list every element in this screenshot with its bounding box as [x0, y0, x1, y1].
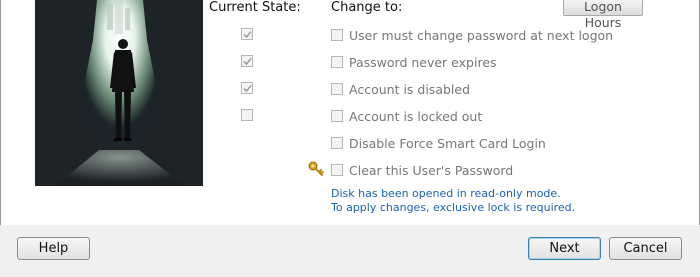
option-label: Password never expires	[349, 54, 497, 70]
key-icon	[308, 161, 324, 176]
current-state-heading: Current State:	[209, 0, 301, 15]
checkbox[interactable]	[331, 83, 343, 95]
checkbox[interactable]	[331, 56, 343, 68]
option-label: Account is locked out	[349, 108, 483, 124]
current-account-locked-check	[241, 109, 253, 121]
dialog-content-panel: Current State: Change to: Logon Hours Us…	[0, 0, 700, 225]
read-only-notice: Disk has been opened in read-only mode.	[331, 187, 561, 200]
option-clear-user-password[interactable]: Clear this User's Password	[331, 162, 513, 178]
option-label: Disable Force Smart Card Login	[349, 135, 546, 151]
option-label: Account is disabled	[349, 81, 471, 97]
option-must-change-password[interactable]: User must change password at next logon	[331, 27, 613, 43]
current-must-change-password-check	[241, 28, 253, 40]
checkbox[interactable]	[331, 164, 343, 176]
current-account-disabled-check	[241, 82, 253, 94]
checkmark-icon	[243, 84, 252, 93]
checkmark-icon	[243, 30, 252, 39]
option-label: Clear this User's Password	[349, 162, 514, 178]
checkmark-icon	[243, 57, 252, 66]
option-account-disabled[interactable]: Account is disabled	[331, 81, 470, 97]
checkbox[interactable]	[331, 29, 343, 41]
option-account-locked-out[interactable]: Account is locked out	[331, 108, 482, 124]
exclusive-lock-notice: To apply changes, exclusive lock is requ…	[331, 201, 576, 214]
current-password-never-expires-check	[241, 55, 253, 67]
option-label: User must change password at next logon	[349, 27, 614, 43]
checkbox[interactable]	[331, 137, 343, 149]
help-button[interactable]: Help	[17, 237, 90, 260]
checkbox[interactable]	[331, 110, 343, 122]
option-disable-force-smart-card[interactable]: Disable Force Smart Card Login	[331, 135, 546, 151]
businessman-illustration	[35, 0, 203, 186]
change-to-heading: Change to:	[331, 0, 403, 15]
logon-hours-button[interactable]: Logon Hours	[563, 0, 643, 30]
next-button[interactable]: Next	[528, 237, 601, 260]
option-password-never-expires[interactable]: Password never expires	[331, 54, 497, 70]
cancel-button[interactable]: Cancel	[609, 237, 682, 260]
